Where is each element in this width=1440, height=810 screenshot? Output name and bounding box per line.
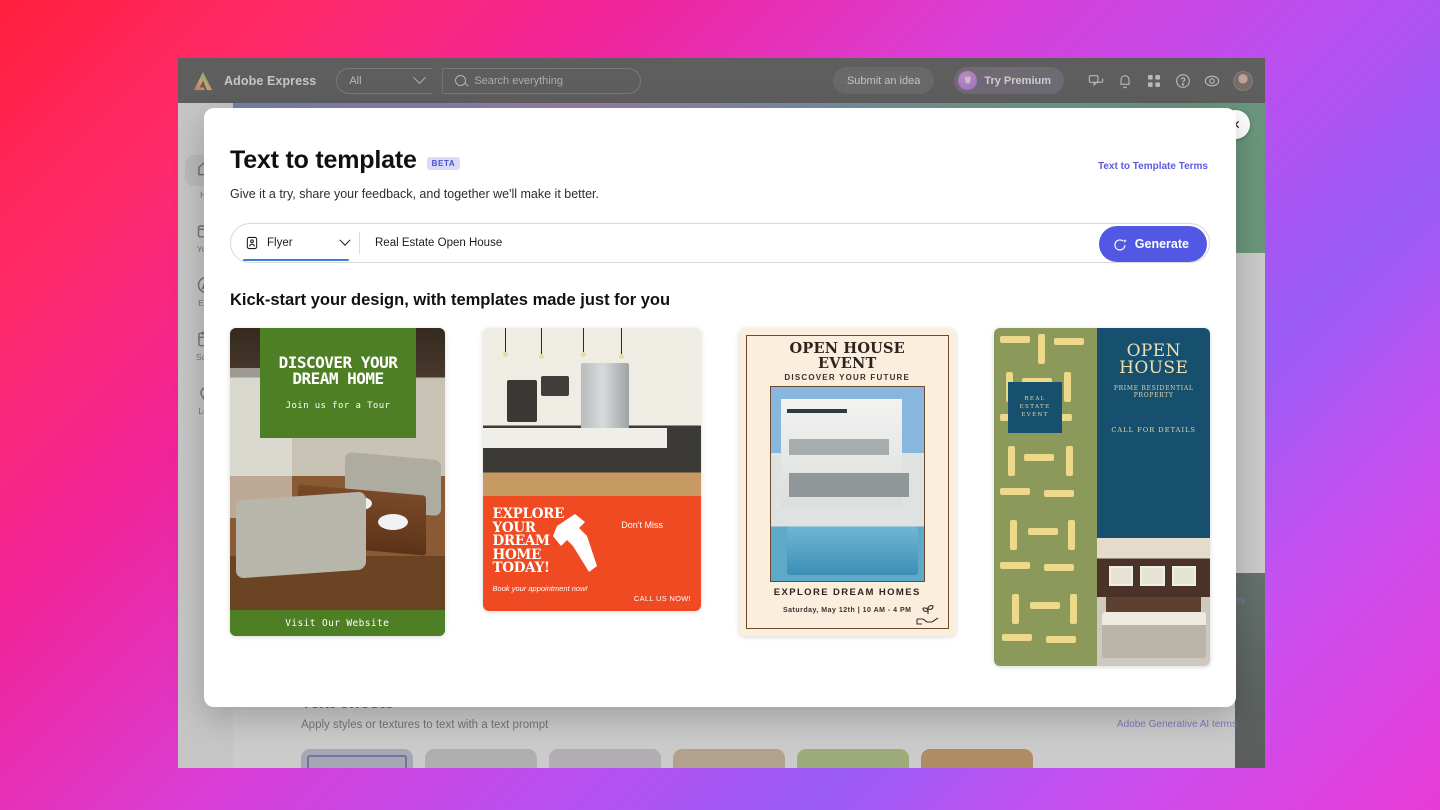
template-footer: Visit Our Website: [230, 610, 445, 636]
template-blue-panel: OPEN HOUSE PRIME RESIDENTIAL PROPERTY CA…: [1097, 328, 1210, 538]
template-card-open-house-event[interactable]: OPEN HOUSE EVENT DISCOVER YOUR FUTURE EX…: [739, 328, 956, 636]
house-detail: [781, 399, 909, 507]
template-badge: Don't Miss: [621, 520, 663, 530]
fridge-detail: [580, 363, 629, 431]
oven-detail: [506, 380, 537, 422]
modal-title-row: Text to template BETA: [230, 146, 1210, 175]
template-headline-line2: DREAM HOME: [292, 369, 384, 388]
plant-in-hand-icon: [915, 605, 938, 625]
flyer-icon: [246, 236, 258, 250]
template-grid: DISCOVER YOUR DREAM HOME Join us for a T…: [230, 328, 1210, 666]
template-photo: [770, 386, 925, 582]
sparkle-wand-icon: [1114, 238, 1127, 251]
template-event-tag: REAL ESTATE EVENT: [1008, 382, 1063, 433]
text-to-template-terms-link[interactable]: Text to Template Terms: [1098, 161, 1208, 172]
template-subtitle: DISCOVER YOUR FUTURE: [784, 373, 911, 382]
tag-line-3: EVENT: [1021, 412, 1049, 419]
template-subhead: Join us for a Tour: [285, 401, 391, 412]
template-note: Book your appointment now!: [492, 584, 588, 593]
page-title: Text to template: [230, 146, 417, 174]
tag-line-2: ESTATE: [1019, 404, 1051, 411]
template-card-discover-your-dream-home[interactable]: DISCOVER YOUR DREAM HOME Join us for a T…: [230, 328, 445, 636]
text-to-template-modal: Text to template BETA Text to Template T…: [204, 108, 1236, 707]
chevron-down-icon: [339, 234, 351, 246]
wall-art-detail: [1171, 565, 1197, 587]
template-card-explore-your-dream-home-today[interactable]: EXPLORE YOUR DREAM HOME TODAY! Don't Miss Bo…: [482, 328, 701, 611]
bowl-detail: [378, 514, 408, 530]
template-title: OPEN HOUSE EVENT: [739, 341, 956, 371]
beta-badge: BETA: [426, 157, 461, 170]
hammer-icon: [552, 514, 597, 572]
template-title-line2: HOUSE: [1119, 358, 1189, 379]
template-type-select[interactable]: Flyer: [231, 224, 359, 262]
template-pattern-panel: REAL ESTATE EVENT: [993, 328, 1098, 666]
template-right-panel: OPEN HOUSE PRIME RESIDENTIAL PROPERTY CA…: [1097, 328, 1210, 666]
generate-button[interactable]: Generate: [1098, 226, 1207, 262]
headboard-detail: [1106, 596, 1201, 613]
wall-art-detail: [1140, 565, 1165, 587]
template-type-value: Flyer: [267, 237, 293, 249]
templates-section-title: Kick-start your design, with templates m…: [230, 291, 671, 309]
template-footer-title: EXPLORE DREAM HOMES: [773, 587, 921, 598]
prompt-bar: Flyer Real Estate Open House Generate: [230, 223, 1210, 263]
template-orange-panel: EXPLORE YOUR DREAM HOME TODAY! Don't Miss Bo…: [482, 496, 701, 611]
kitchen-island-detail: [482, 428, 667, 448]
template-title-line2: EVENT: [818, 355, 877, 373]
template-title: OPEN HOUSE: [1097, 342, 1210, 379]
pool-detail: [787, 527, 918, 575]
template-bedroom-photo: [1097, 537, 1210, 666]
template-subtitle: PRIME RESIDENTIAL PROPERTY: [1113, 384, 1194, 399]
template-cta: CALL FOR DETAILS: [1111, 426, 1197, 435]
generate-label: Generate: [1134, 237, 1189, 251]
tag-line-1: REAL: [1024, 396, 1046, 403]
template-headline-block: DISCOVER YOUR DREAM HOME Join us for a T…: [260, 328, 416, 438]
wall-art-detail: [1108, 565, 1134, 587]
modal-subtitle: Give it a try, share your feedback, and …: [230, 187, 600, 201]
modal-content: Text to template BETA Text to Template T…: [204, 108, 1236, 666]
sofa-detail: [236, 491, 366, 579]
bed-detail: [1101, 612, 1206, 659]
microwave-detail: [540, 376, 569, 396]
template-cta: CALL US NOW!: [633, 594, 691, 603]
template-card-open-house-prime-residential[interactable]: REAL ESTATE EVENT OPEN HOUSE PRIME RESID…: [993, 328, 1210, 666]
template-photo: [482, 328, 701, 496]
prompt-input[interactable]: Real Estate Open House: [360, 237, 1209, 249]
